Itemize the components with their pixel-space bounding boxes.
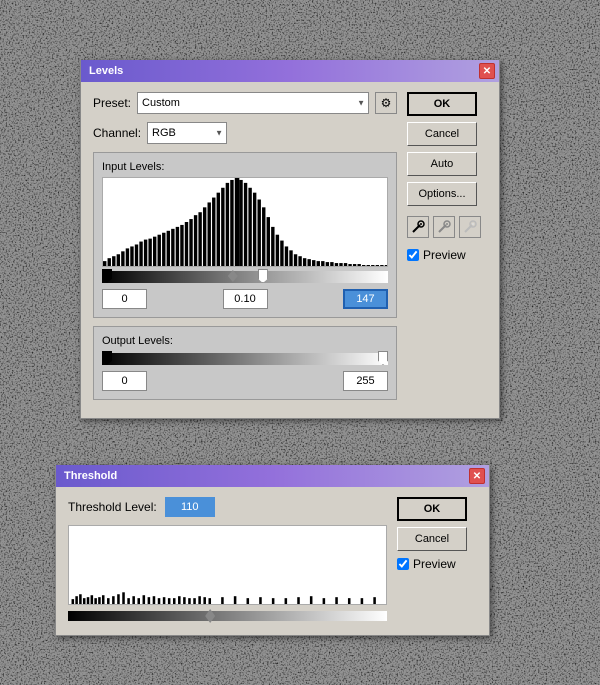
- black-eyedropper-icon: [411, 220, 425, 234]
- white-eyedropper-icon: [463, 220, 477, 234]
- output-low-field[interactable]: [102, 371, 147, 391]
- gray-eyedropper-icon: [437, 220, 451, 234]
- channel-select-wrapper[interactable]: RGB: [147, 122, 227, 144]
- threshold-dialog: Threshold ✕ Threshold Level:: [55, 465, 490, 636]
- threshold-titlebar[interactable]: Threshold ✕: [56, 465, 489, 487]
- gear-button[interactable]: ⚙: [375, 92, 397, 114]
- input-values-row: [102, 289, 388, 309]
- levels-preview-checkbox[interactable]: [407, 249, 419, 261]
- levels-auto-button[interactable]: Auto: [407, 152, 477, 176]
- gear-icon: ⚙: [381, 96, 392, 110]
- output-levels-label: Output Levels:: [102, 335, 388, 347]
- input-high-field[interactable]: [343, 289, 388, 309]
- preset-label: Preset:: [93, 96, 131, 110]
- levels-options-button[interactable]: Options...: [407, 182, 477, 206]
- threshold-preview-row: Preview: [397, 557, 477, 571]
- levels-close-button[interactable]: ✕: [479, 63, 495, 79]
- threshold-left-panel: Threshold Level:: [68, 497, 387, 625]
- channel-row: Channel: RGB: [93, 122, 397, 144]
- levels-ok-button[interactable]: OK: [407, 92, 477, 116]
- input-levels-section: Input Levels:: [93, 152, 397, 318]
- preset-select[interactable]: Custom: [137, 92, 369, 114]
- levels-title: Levels: [85, 65, 123, 77]
- threshold-histogram-svg: [69, 526, 386, 604]
- levels-right-panel: OK Cancel Auto Options...: [407, 92, 487, 408]
- threshold-title: Threshold: [60, 470, 117, 482]
- channel-label: Channel:: [93, 126, 141, 140]
- histogram-area: [102, 177, 388, 267]
- output-slider-track[interactable]: [102, 351, 388, 367]
- levels-preview-label: Preview: [423, 248, 466, 262]
- levels-left-panel: Preset: Custom ⚙ Channel: RGB: [93, 92, 397, 408]
- threshold-preview-label: Preview: [413, 557, 456, 571]
- threshold-ok-button[interactable]: OK: [397, 497, 467, 521]
- input-slider-track[interactable]: [102, 269, 388, 285]
- threshold-slider-track[interactable]: [68, 609, 387, 625]
- output-high-field[interactable]: [343, 371, 388, 391]
- threshold-right-panel: OK Cancel Preview: [397, 497, 477, 625]
- threshold-level-field[interactable]: [165, 497, 215, 517]
- black-eyedropper-button[interactable]: [407, 216, 429, 238]
- output-values-row: [102, 371, 388, 391]
- threshold-level-row: Threshold Level:: [68, 497, 387, 517]
- white-eyedropper-button[interactable]: [459, 216, 481, 238]
- preset-select-wrapper[interactable]: Custom: [137, 92, 369, 114]
- levels-titlebar[interactable]: Levels ✕: [81, 60, 499, 82]
- threshold-close-button[interactable]: ✕: [469, 468, 485, 484]
- levels-cancel-button[interactable]: Cancel: [407, 122, 477, 146]
- threshold-histogram: [68, 525, 387, 605]
- input-levels-label: Input Levels:: [102, 161, 388, 173]
- threshold-preview-checkbox[interactable]: [397, 558, 409, 570]
- levels-preview-row: Preview: [407, 248, 487, 262]
- input-mid-field[interactable]: [223, 289, 268, 309]
- input-low-field[interactable]: [102, 289, 147, 309]
- output-levels-section: Output Levels:: [93, 326, 397, 400]
- levels-dialog: Levels ✕ Preset: Custom ⚙ Channel:: [80, 60, 500, 419]
- gray-eyedropper-button[interactable]: [433, 216, 455, 238]
- channel-select[interactable]: RGB: [147, 122, 227, 144]
- preset-row: Preset: Custom ⚙: [93, 92, 397, 114]
- histogram-svg: [103, 178, 387, 266]
- threshold-cancel-button[interactable]: Cancel: [397, 527, 467, 551]
- threshold-level-label: Threshold Level:: [68, 500, 157, 514]
- eyedropper-row: [407, 216, 487, 238]
